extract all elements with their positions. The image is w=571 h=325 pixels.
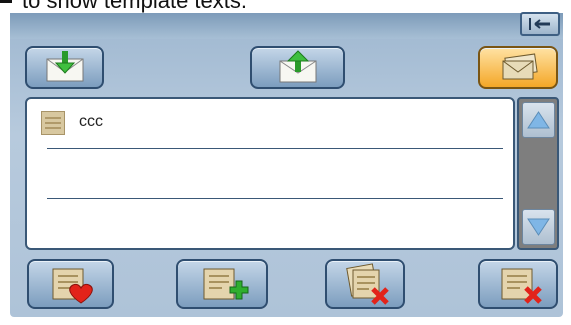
delete-button[interactable]: [478, 259, 558, 309]
caption-text: to show template texts.: [0, 0, 571, 14]
sms-panel: ccc: [10, 12, 563, 317]
back-arrow-icon: [522, 18, 558, 38]
top-strip: [10, 13, 563, 39]
list-item-label: ccc: [79, 113, 103, 130]
row-divider: [47, 198, 503, 199]
scrollbar[interactable]: [517, 97, 559, 250]
list-item[interactable]: ccc: [27, 99, 513, 149]
back-button[interactable]: [520, 12, 560, 36]
caption-label: to show template texts.: [22, 0, 247, 13]
caption-bullet: [0, 0, 12, 4]
add-template-button[interactable]: [176, 259, 268, 309]
list-item[interactable]: [27, 149, 513, 199]
outbox-tab-button[interactable]: [250, 46, 345, 89]
template-list: ccc: [25, 97, 515, 250]
templates-tab-button[interactable]: [478, 46, 558, 89]
scroll-down-button[interactable]: [522, 209, 555, 245]
delete-all-button[interactable]: [325, 259, 405, 309]
favorite-button[interactable]: [27, 259, 114, 309]
triangle-down-icon: [523, 218, 554, 248]
inbox-tab-button[interactable]: [25, 46, 104, 89]
scroll-up-button[interactable]: [522, 102, 555, 138]
triangle-up-icon: [523, 111, 554, 141]
note-icon: [41, 111, 65, 135]
